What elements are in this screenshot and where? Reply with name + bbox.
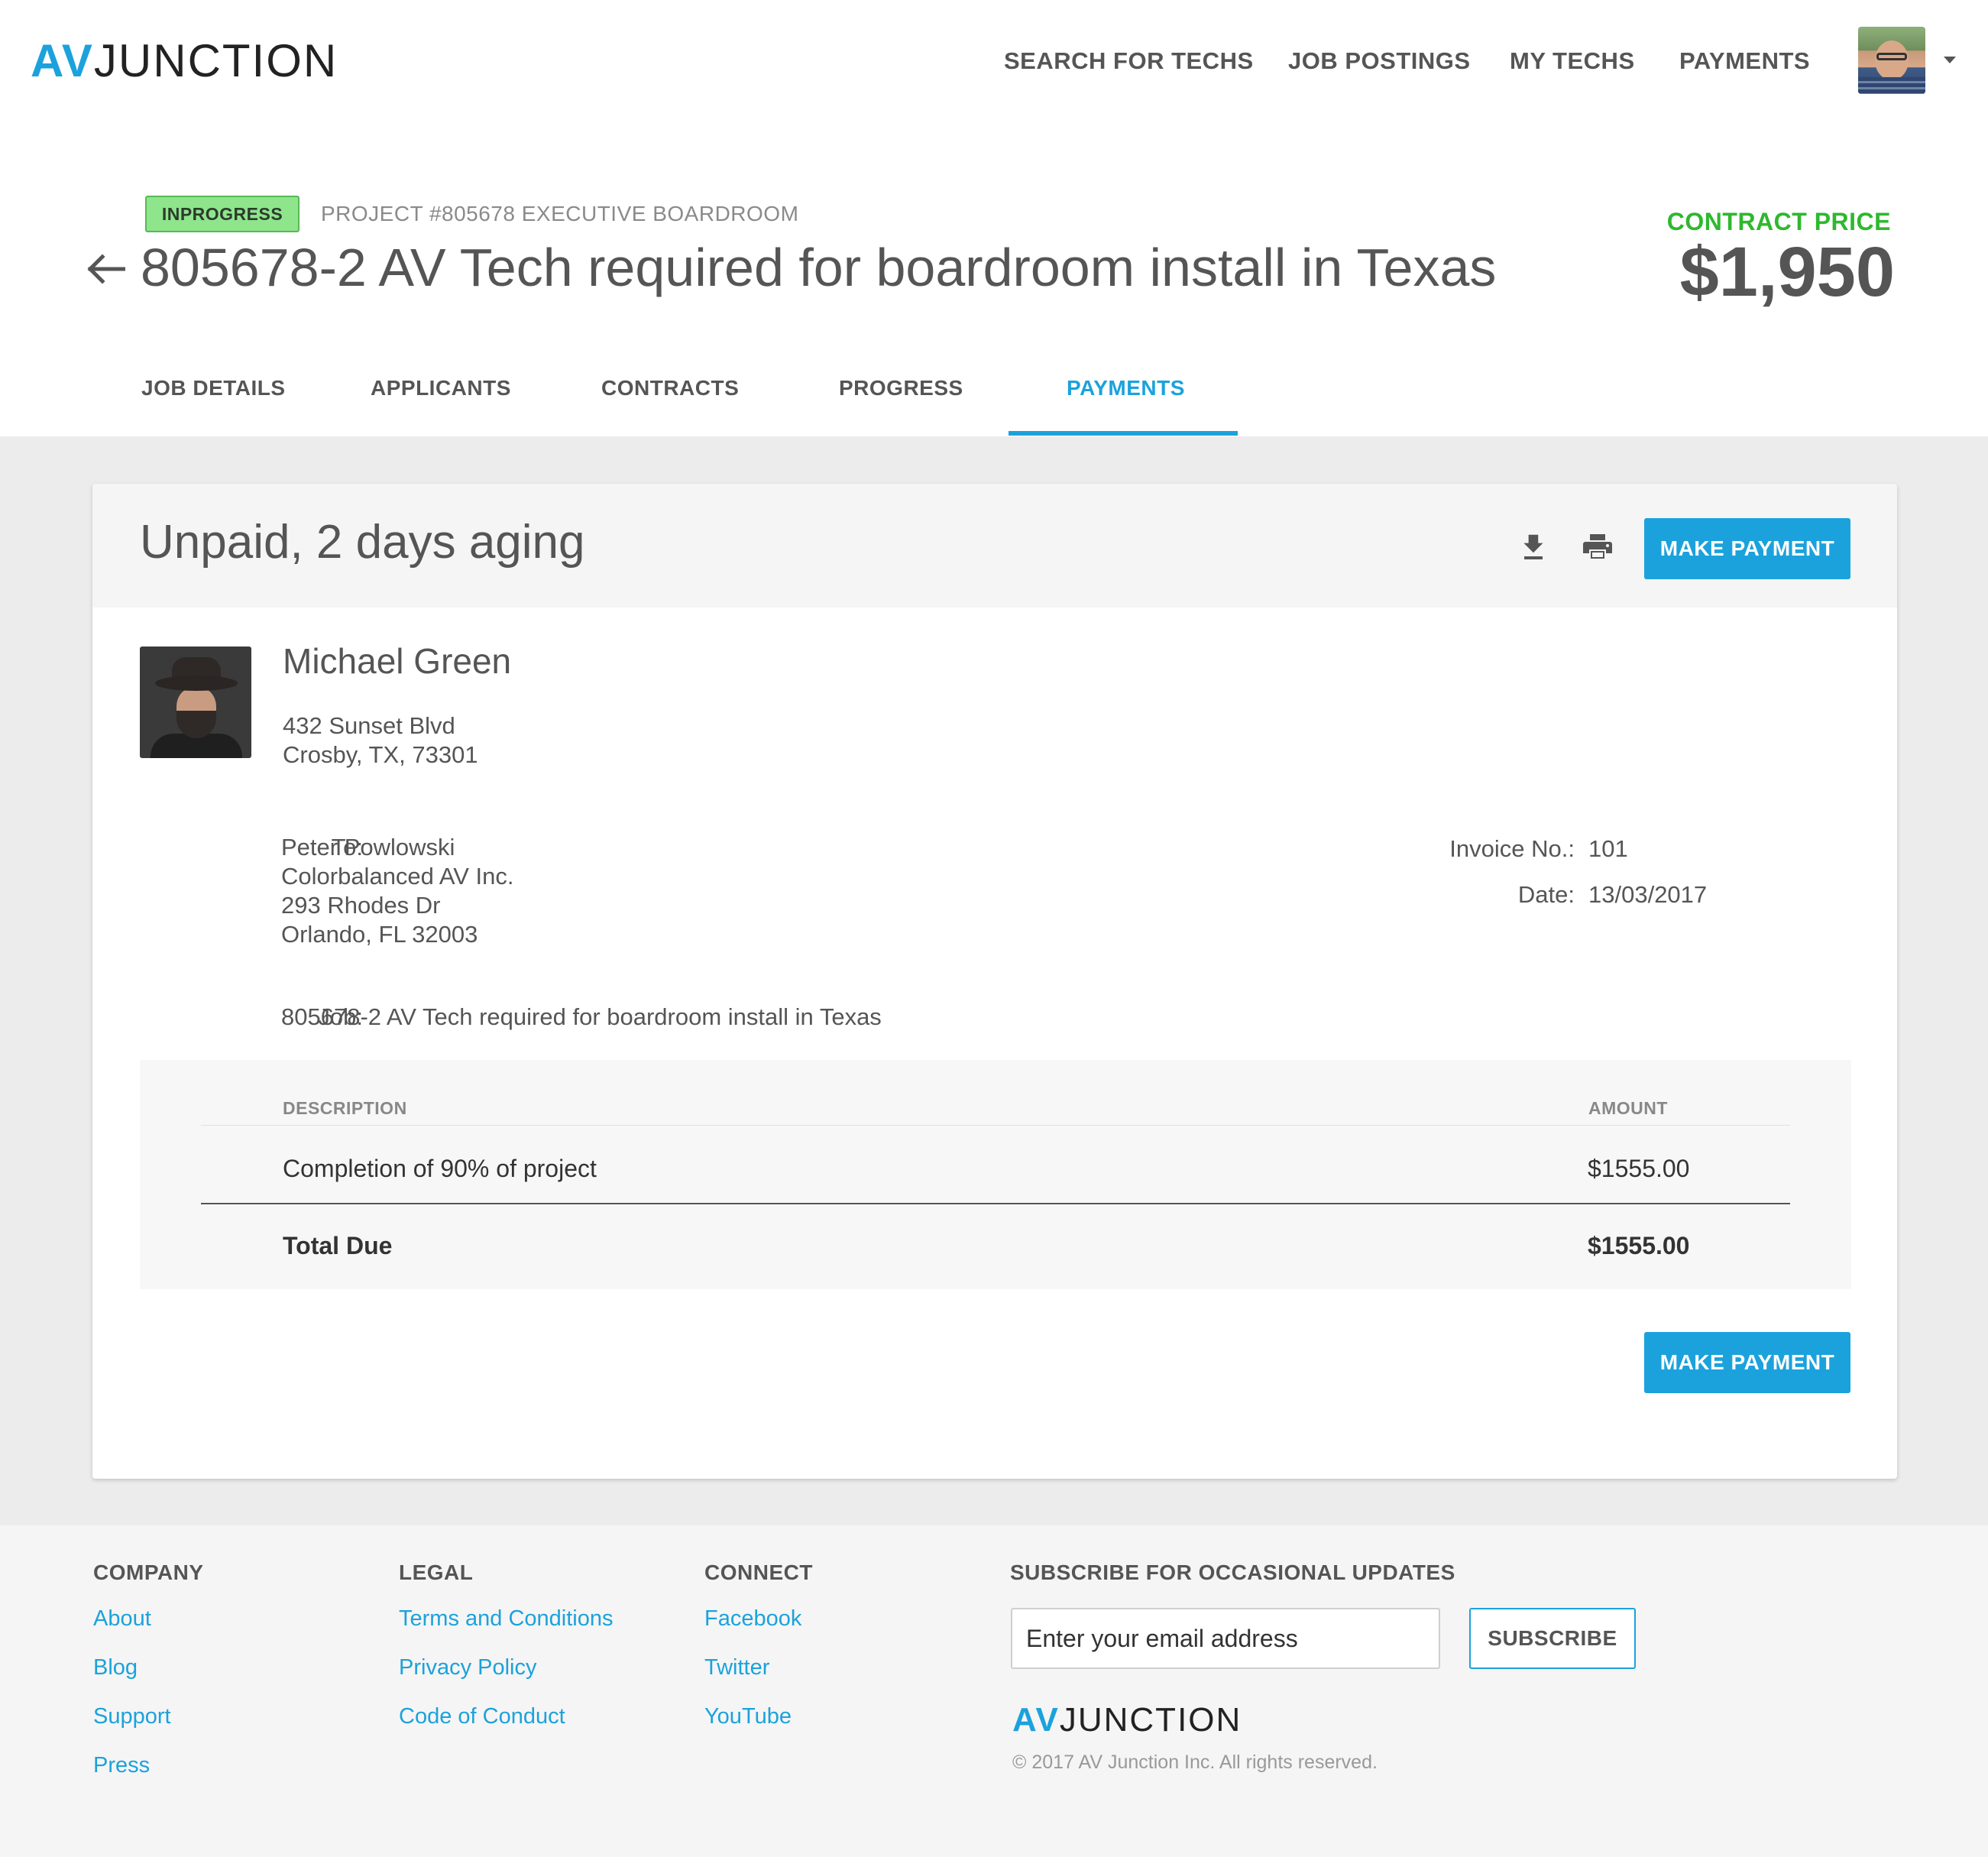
footer-link-about[interactable]: About <box>93 1606 151 1632</box>
recipient-address-line1: 293 Rhodes Dr <box>281 892 441 919</box>
logo-av-text: AV <box>31 35 94 86</box>
footer-link-twitter[interactable]: Twitter <box>704 1655 769 1680</box>
logo-junction-text: JUNCTION <box>93 35 338 86</box>
footer-link-conduct[interactable]: Code of Conduct <box>399 1704 565 1729</box>
make-payment-button-top[interactable]: MAKE PAYMENT <box>1644 518 1850 579</box>
page-title: 805678-2 AV Tech required for boardroom … <box>141 238 1497 297</box>
footer-logo-junction-text: JUNCTION <box>1059 1701 1242 1739</box>
footer-logo[interactable]: AVJUNCTION <box>1012 1701 1242 1739</box>
avatar-hat-brim <box>155 676 238 691</box>
nav-my-techs[interactable]: MY TECHS <box>1510 47 1635 75</box>
tech-address-line1: 432 Sunset Blvd <box>283 712 455 739</box>
tab-applicants[interactable]: APPLICANTS <box>371 376 511 400</box>
nav-payments[interactable]: PAYMENTS <box>1679 47 1810 75</box>
tab-progress[interactable]: PROGRESS <box>839 376 963 400</box>
invoice-date-label: Date: <box>1517 881 1575 908</box>
recipient-address-line2: Orlando, FL 32003 <box>281 921 478 948</box>
avatar-face <box>1875 41 1909 80</box>
invoice-date: 13/03/2017 <box>1588 881 1708 908</box>
nav-job-postings[interactable]: JOB POSTINGS <box>1288 47 1471 75</box>
footer-heading-legal: LEGAL <box>399 1560 474 1584</box>
footer-heading-company: COMPANY <box>93 1560 204 1584</box>
tech-address-line2: Crosby, TX, 73301 <box>283 741 478 768</box>
invoice-items-table: DESCRIPTION AMOUNT Completion of 90% of … <box>140 1060 1851 1289</box>
subscribe-button[interactable]: SUBSCRIBE <box>1469 1608 1636 1669</box>
invoice-number-label: Invoice No.: <box>1449 835 1575 862</box>
total-due-label: Total Due <box>283 1232 393 1259</box>
footer-link-press[interactable]: Press <box>93 1753 150 1778</box>
column-header-amount: AMOUNT <box>1588 1098 1668 1118</box>
total-due-amount: $1555.00 <box>1588 1232 1690 1259</box>
invoice-status-title: Unpaid, 2 days aging <box>140 516 585 569</box>
avatar-glasses <box>1876 53 1907 60</box>
project-label: PROJECT #805678 EXECUTIVE BOARDROOM <box>321 202 799 225</box>
copyright-text: © 2017 AV Junction Inc. All rights reser… <box>1012 1752 1378 1773</box>
status-badge: INPROGRESS <box>145 196 299 232</box>
item-description: Completion of 90% of project <box>283 1155 597 1182</box>
footer-link-support[interactable]: Support <box>93 1704 171 1729</box>
tab-job-details[interactable]: JOB DETAILS <box>141 376 286 400</box>
download-icon[interactable] <box>1515 528 1552 565</box>
column-header-description: DESCRIPTION <box>283 1098 407 1118</box>
subscribe-email-input[interactable] <box>1011 1608 1440 1669</box>
recipient-name: Peter Powlowski <box>281 834 455 860</box>
footer-link-blog[interactable]: Blog <box>93 1655 138 1680</box>
invoice-card-header: Unpaid, 2 days aging MAKE PAYMENT <box>92 484 1897 608</box>
footer-heading-subscribe: SUBSCRIBE FOR OCCASIONAL UPDATES <box>1010 1560 1455 1584</box>
footer-link-terms[interactable]: Terms and Conditions <box>399 1606 613 1632</box>
back-arrow-icon[interactable] <box>86 254 125 284</box>
footer-link-facebook[interactable]: Facebook <box>704 1606 801 1632</box>
make-payment-button-bottom[interactable]: MAKE PAYMENT <box>1644 1332 1850 1393</box>
header-divider <box>201 1125 1790 1126</box>
avatar-shirt <box>1858 77 1925 94</box>
tab-payments[interactable]: PAYMENTS <box>1067 376 1185 400</box>
print-icon[interactable] <box>1579 528 1616 565</box>
site-logo[interactable]: AVJUNCTION <box>31 37 338 86</box>
footer-link-privacy[interactable]: Privacy Policy <box>399 1655 537 1680</box>
total-divider <box>201 1203 1790 1204</box>
active-tab-indicator <box>1009 431 1238 436</box>
user-avatar[interactable] <box>1858 27 1925 94</box>
recipient-company: Colorbalanced AV Inc. <box>281 863 514 890</box>
nav-search-for-techs[interactable]: SEARCH FOR TECHS <box>1004 47 1254 75</box>
contract-price-label: CONTRACT PRICE <box>1666 208 1891 235</box>
tab-contracts[interactable]: CONTRACTS <box>601 376 739 400</box>
job-reference: 805678-2 AV Tech required for boardroom … <box>281 1003 882 1030</box>
invoice-number: 101 <box>1588 835 1628 862</box>
item-amount: $1555.00 <box>1588 1155 1690 1182</box>
site-footer: COMPANY About Blog Support Press LEGAL T… <box>0 1525 1988 1857</box>
footer-link-youtube[interactable]: YouTube <box>704 1704 792 1729</box>
contract-price: $1,950 <box>1679 233 1895 311</box>
footer-logo-av-text: AV <box>1012 1701 1060 1739</box>
invoice-card: Unpaid, 2 days aging MAKE PAYMENT Michae… <box>92 484 1897 1479</box>
footer-heading-connect: CONNECT <box>704 1560 813 1584</box>
tech-name: Michael Green <box>283 641 512 681</box>
tech-avatar <box>140 647 251 758</box>
top-navigation: AVJUNCTION SEARCH FOR TECHS JOB POSTINGS… <box>0 0 1988 122</box>
caret-down-icon[interactable] <box>1944 57 1956 63</box>
